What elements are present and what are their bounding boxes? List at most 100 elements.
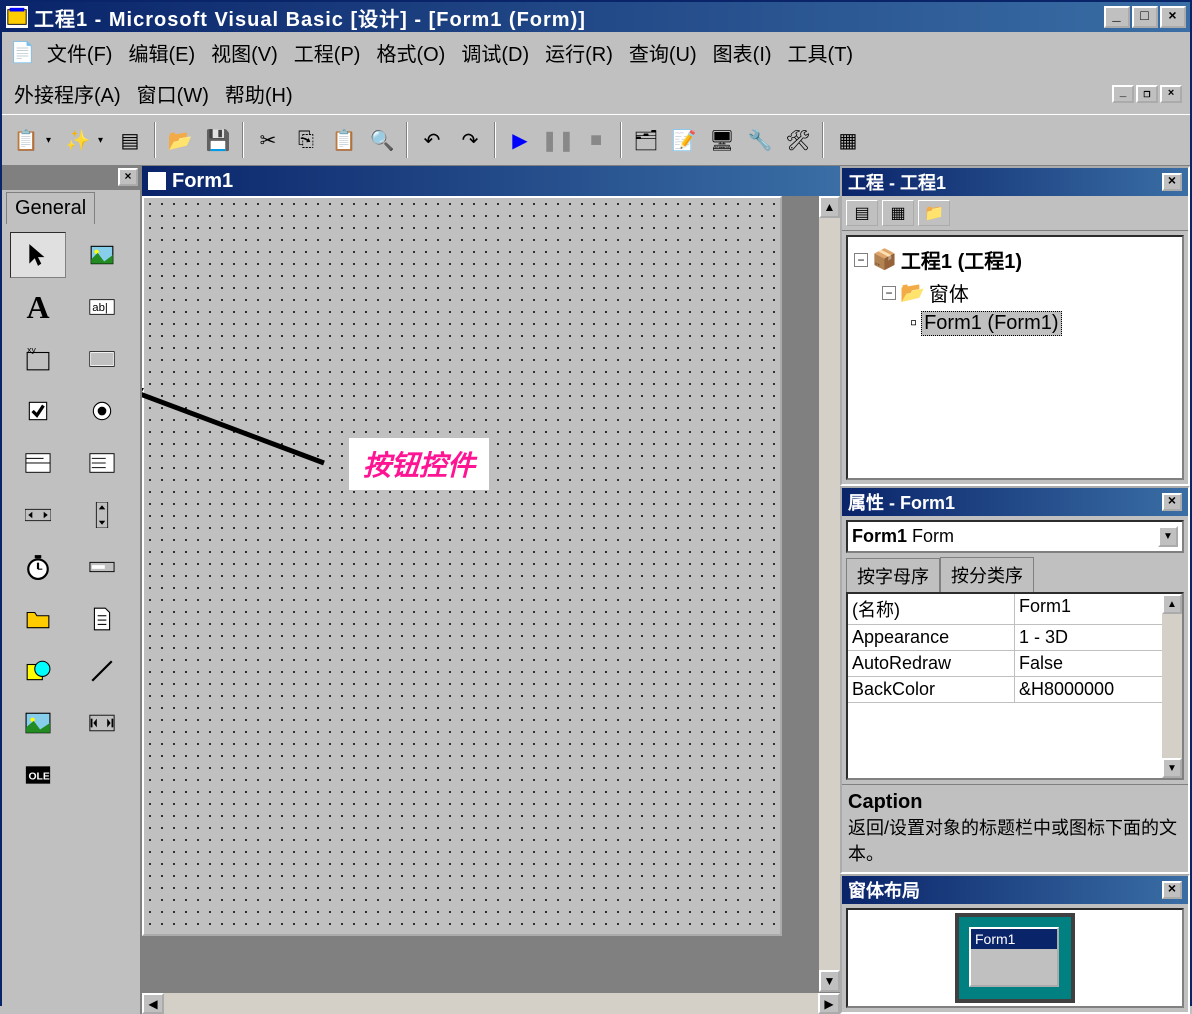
combobox-tool[interactable] xyxy=(10,440,66,486)
tab-alphabetic[interactable]: 按字母序 xyxy=(846,558,940,593)
dirlistbox-tool[interactable] xyxy=(10,596,66,642)
add-form-button[interactable]: ✨ xyxy=(60,122,96,158)
menu-tools[interactable]: 工具(T) xyxy=(784,36,858,69)
listbox-tool[interactable] xyxy=(74,440,130,486)
form-titlebar[interactable]: Form1 xyxy=(142,166,840,196)
property-value[interactable]: Form1 xyxy=(1015,594,1182,624)
close-button[interactable]: × xyxy=(1160,6,1186,28)
menu-addins[interactable]: 外接程序(A) xyxy=(10,77,125,110)
property-row[interactable]: Appearance1 - 3D xyxy=(848,625,1182,651)
scroll-left-button[interactable]: ◀ xyxy=(142,993,164,1014)
menu-format[interactable]: 格式(O) xyxy=(372,36,449,69)
object-selector-combo[interactable]: Form1 Form ▼ xyxy=(846,520,1184,553)
mdi-close-button[interactable]: × xyxy=(1160,85,1182,103)
data-view-button[interactable]: ▦ xyxy=(830,122,866,158)
menu-debug[interactable]: 调试(D) xyxy=(457,36,533,69)
menu-file[interactable]: 文件(F) xyxy=(43,36,117,69)
tree-form-node[interactable]: ▫ Form1 (Form1) xyxy=(854,309,1176,338)
tree-project-node[interactable]: − 📦 工程1 (工程1) xyxy=(854,243,1176,276)
menu-diagram[interactable]: 图表(I) xyxy=(709,36,776,69)
add-project-button[interactable]: 📋 xyxy=(8,122,44,158)
start-button[interactable]: ▶ xyxy=(502,122,538,158)
toggle-folders-button[interactable]: 📁 xyxy=(918,200,950,226)
save-button[interactable]: 💾 xyxy=(200,122,236,158)
menu-edit[interactable]: 编辑(E) xyxy=(124,36,199,69)
collapse-icon[interactable]: − xyxy=(882,286,896,300)
data-tool[interactable] xyxy=(74,700,130,746)
form-designer-canvas[interactable]: 按钮控件 xyxy=(142,196,782,936)
checkbox-tool[interactable] xyxy=(10,388,66,434)
menu-project[interactable]: 工程(P) xyxy=(290,36,365,69)
design-vscrollbar[interactable]: ▲ ▼ xyxy=(818,196,840,992)
add-project-dropdown[interactable]: ▾ xyxy=(46,135,58,146)
optionbutton-tool[interactable] xyxy=(74,388,130,434)
property-grid[interactable]: (名称)Form1Appearance1 - 3DAutoRedrawFalse… xyxy=(846,592,1184,780)
menu-editor-button[interactable]: ▤ xyxy=(112,122,148,158)
toolbox-close-button[interactable]: × xyxy=(118,168,138,186)
view-code-button[interactable]: ▤ xyxy=(846,200,878,226)
scroll-track[interactable] xyxy=(819,218,840,970)
image-tool[interactable] xyxy=(10,700,66,746)
property-value[interactable]: False xyxy=(1015,651,1182,676)
properties-window-button[interactable]: 📝 xyxy=(666,122,702,158)
undo-button[interactable]: ↶ xyxy=(414,122,450,158)
scroll-right-button[interactable]: ▶ xyxy=(818,993,840,1014)
properties-scrollbar[interactable]: ▲ ▼ xyxy=(1162,594,1182,778)
property-value[interactable]: 1 - 3D xyxy=(1015,625,1182,650)
property-value[interactable]: &H8000000 xyxy=(1015,677,1182,702)
pointer-tool[interactable] xyxy=(10,232,66,278)
timer-tool[interactable] xyxy=(10,544,66,590)
drivelistbox-tool[interactable] xyxy=(74,544,130,590)
shape-tool[interactable] xyxy=(10,648,66,694)
label-tool[interactable]: A xyxy=(10,284,66,330)
minimize-button[interactable]: _ xyxy=(1104,6,1130,28)
tab-categorized[interactable]: 按分类序 xyxy=(940,557,1034,592)
picturebox-tool[interactable] xyxy=(74,232,130,278)
filelistbox-tool[interactable] xyxy=(74,596,130,642)
object-browser-button[interactable]: 🔧 xyxy=(742,122,778,158)
properties-panel-close-button[interactable]: × xyxy=(1162,493,1182,511)
tree-forms-folder[interactable]: − 📂 窗体 xyxy=(854,276,1176,309)
collapse-icon[interactable]: − xyxy=(854,253,868,267)
form-layout-button[interactable]: 🖥 xyxy=(704,122,740,158)
add-form-dropdown[interactable]: ▾ xyxy=(98,135,110,146)
frame-tool[interactable]: xy xyxy=(10,336,66,382)
line-tool[interactable] xyxy=(74,648,130,694)
redo-button[interactable]: ↷ xyxy=(452,122,488,158)
scroll-up-button[interactable]: ▲ xyxy=(1162,594,1182,614)
commandbutton-tool[interactable] xyxy=(74,336,130,382)
paste-button[interactable]: 📋 xyxy=(326,122,362,158)
property-row[interactable]: (名称)Form1 xyxy=(848,594,1182,625)
scroll-up-button[interactable]: ▲ xyxy=(819,196,840,218)
menu-view[interactable]: 视图(V) xyxy=(207,36,282,69)
maximize-button[interactable]: □ xyxy=(1132,6,1158,28)
toolbox-tab-general[interactable]: General xyxy=(6,192,95,224)
vscrollbar-tool[interactable] xyxy=(74,492,130,538)
property-row[interactable]: BackColor&H8000000 xyxy=(848,677,1182,703)
textbox-tool[interactable]: ab| xyxy=(74,284,130,330)
menu-run[interactable]: 运行(R) xyxy=(541,36,617,69)
menu-help[interactable]: 帮助(H) xyxy=(221,77,297,110)
menu-window[interactable]: 窗口(W) xyxy=(133,77,213,110)
project-tree[interactable]: − 📦 工程1 (工程1) − 📂 窗体 ▫ Form1 (Form1) xyxy=(846,235,1184,480)
mdi-restore-button[interactable]: ❐ xyxy=(1136,85,1158,103)
property-row[interactable]: AutoRedrawFalse xyxy=(848,651,1182,677)
scroll-down-button[interactable]: ▼ xyxy=(819,970,840,992)
layout-panel-close-button[interactable]: × xyxy=(1162,881,1182,899)
mdi-minimize-button[interactable]: _ xyxy=(1112,85,1134,103)
end-button[interactable]: ■ xyxy=(578,122,614,158)
find-button[interactable]: 🔍 xyxy=(364,122,400,158)
scroll-track[interactable] xyxy=(164,993,818,1014)
view-object-button[interactable]: ▦ xyxy=(882,200,914,226)
design-hscrollbar[interactable]: ◀ ▶ xyxy=(142,992,840,1014)
dropdown-icon[interactable]: ▼ xyxy=(1158,526,1178,547)
cut-button[interactable]: ✂ xyxy=(250,122,286,158)
menu-query[interactable]: 查询(U) xyxy=(625,36,701,69)
hscrollbar-tool[interactable] xyxy=(10,492,66,538)
scroll-down-button[interactable]: ▼ xyxy=(1162,758,1182,778)
copy-button[interactable]: ⎘ xyxy=(288,122,324,158)
ole-tool[interactable]: OLE xyxy=(10,752,66,798)
open-button[interactable]: 📂 xyxy=(162,122,198,158)
project-panel-close-button[interactable]: × xyxy=(1162,173,1182,191)
project-explorer-button[interactable]: 🗂 xyxy=(628,122,664,158)
